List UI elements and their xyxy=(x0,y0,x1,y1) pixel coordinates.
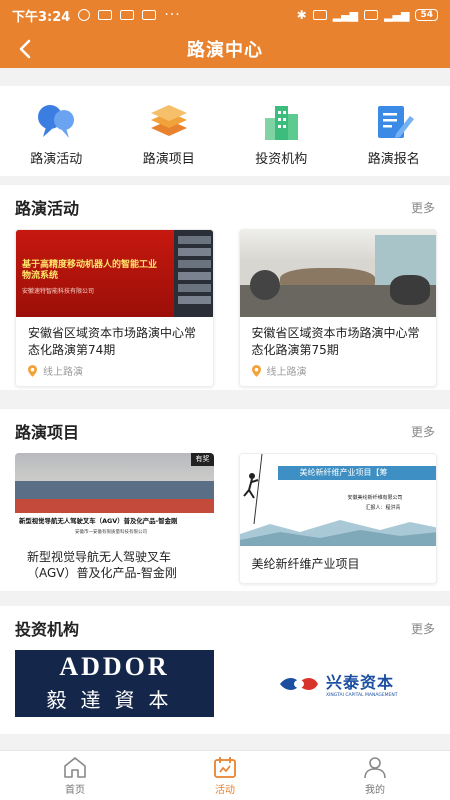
notification-icon xyxy=(98,10,113,20)
activity-thumbnail xyxy=(239,230,437,317)
slide-company: 安徽速特智能科技有限公司 xyxy=(22,288,95,295)
projects-section: 路演项目 更多 有奖 新型视觉导航无人驾驶叉车（AGV）普及化产品-智金刚 安徽… xyxy=(0,409,450,591)
category-bar: 路演活动 路演项目 投资机构 路演报名 xyxy=(0,86,450,176)
alarm-icon xyxy=(78,9,91,21)
category-label: 投资机构 xyxy=(255,152,308,167)
activity-location: 线上路演 xyxy=(266,367,307,378)
investor-logo-en: XINGTAI CAPITAL MANAGEMENT xyxy=(325,693,398,698)
section-title: 路演项目 xyxy=(15,423,80,442)
investor-card[interactable]: 兴泰资本 XINGTAI CAPITAL MANAGEMENT xyxy=(238,650,437,717)
banner-company: 安徽美纶新纤维有限公司 xyxy=(347,495,403,501)
notification-icon xyxy=(120,10,135,20)
bottom-tab-bar: 首页 活动 我的 xyxy=(0,750,450,800)
tab-profile[interactable]: 我的 xyxy=(300,751,450,800)
banner-text: 美纶新纤维产业项目【筹 xyxy=(299,468,388,477)
tab-home[interactable]: 首页 xyxy=(0,751,150,800)
signal-icon: ▂▄▆ xyxy=(384,8,410,22)
investor-logo-en: ADDOR xyxy=(59,652,170,681)
signal-icon: ▂▄▆ xyxy=(332,8,359,22)
tab-label: 首页 xyxy=(65,785,85,796)
notification-icon xyxy=(142,10,157,20)
category-roadshow-project[interactable]: 路演项目 xyxy=(113,86,226,176)
chat-bubbles-icon xyxy=(38,105,75,138)
activity-title: 安徽省区域资本市场路演中心常态化路演第75期 xyxy=(251,326,420,357)
status-time: 下午3:24 xyxy=(12,9,71,25)
project-card[interactable]: 有奖 新型视觉导航无人驾驶叉车（AGV）普及化产品-智金刚 安徽市一安徽有限质量… xyxy=(15,453,214,584)
section-title: 路演活动 xyxy=(15,199,80,218)
project-thumbnail: 有奖 新型视觉导航无人驾驶叉车（AGV）普及化产品-智金刚 安徽市一安徽有限质量… xyxy=(15,453,214,545)
stack-icon xyxy=(150,105,187,136)
xingtai-logo-icon xyxy=(279,677,318,690)
investor-logo-cn: 兴泰资本 xyxy=(325,673,394,692)
activity-card[interactable]: 基于高精度移动机器人的智能工业物流系统 安徽速特智能科技有限公司 安徽省区域资本… xyxy=(15,229,214,387)
home-icon xyxy=(64,757,86,778)
category-label: 路演报名 xyxy=(367,152,420,167)
slide-title: 基于高精度移动机器人的智能工业物流系统 xyxy=(22,260,158,281)
banner-reporter: 汇报人：程洪青 xyxy=(365,505,401,511)
more-link[interactable]: 更多 xyxy=(411,423,435,440)
project-title: 美纶新纤维产业项目 xyxy=(251,557,360,571)
bluetooth-icon: ✱ xyxy=(296,8,307,22)
section-title: 投资机构 xyxy=(15,620,80,639)
activity-card[interactable]: 安徽省区域资本市场路演中心常态化路演第75期 线上路演 xyxy=(238,229,437,387)
project-thumbnail: 美纶新纤维产业项目【筹 安徽美纶新纤维有限公司 汇报人：程洪青 xyxy=(239,454,437,546)
banner-sub: 安徽市一安徽有限质量科技有限公司 xyxy=(75,530,147,535)
app-header: 路演中心 xyxy=(0,30,450,68)
tab-label: 活动 xyxy=(215,785,235,796)
activity-location: 线上路演 xyxy=(43,367,83,378)
project-badge: 有奖 xyxy=(191,453,214,466)
activities-section: 路演活动 更多 基于高精度移动机器人的智能工业物流系统 安徽速特智能科技有限公司… xyxy=(0,185,450,390)
hd-icon xyxy=(364,10,379,20)
tab-label: 我的 xyxy=(365,785,385,796)
more-dots-icon: ··· xyxy=(164,7,181,23)
back-button[interactable] xyxy=(10,34,40,64)
project-card[interactable]: 美纶新纤维产业项目【筹 安徽美纶新纤维有限公司 汇报人：程洪青 美纶新纤维产业项… xyxy=(238,453,437,584)
mountain-illustration xyxy=(239,520,437,546)
more-link[interactable]: 更多 xyxy=(411,199,435,216)
category-investors[interactable]: 投资机构 xyxy=(225,86,338,176)
project-title: 新型视觉导航无人驾驶叉车（AGV）普及化产品-智金刚 xyxy=(27,550,177,580)
calendar-icon xyxy=(214,757,236,778)
investor-card[interactable]: ADDOR 毅達資本 xyxy=(15,650,214,717)
investors-section: 投资机构 更多 ADDOR 毅達資本 兴泰资本 XINGTAI CAPITAL … xyxy=(0,606,450,734)
category-label: 路演活动 xyxy=(30,152,83,167)
hd-icon xyxy=(312,10,327,20)
status-bar: 下午3:24 ··· ✱ ▂▄▆ ▂▄▆ 54 xyxy=(0,0,450,30)
banner-text: 新型视觉导航无人驾驶叉车（AGV）普及化产品-智金刚 xyxy=(19,517,178,525)
category-roadshow-activity[interactable]: 路演活动 xyxy=(0,86,113,176)
category-roadshow-signup[interactable]: 路演报名 xyxy=(338,86,450,176)
more-link[interactable]: 更多 xyxy=(411,620,435,637)
investor-logo-cn: 毅達資本 xyxy=(46,690,183,712)
form-pen-icon xyxy=(377,106,414,138)
activity-title: 安徽省区域资本市场路演中心常态化路演第74期 xyxy=(28,326,197,357)
battery-icon: 54 xyxy=(415,9,438,21)
buildings-icon xyxy=(265,106,299,140)
location-pin-icon xyxy=(28,364,37,377)
page-title: 路演中心 xyxy=(187,40,263,61)
activity-thumbnail: 基于高精度移动机器人的智能工业物流系统 安徽速特智能科技有限公司 xyxy=(16,230,213,317)
category-label: 路演项目 xyxy=(142,152,195,167)
tab-activity[interactable]: 活动 xyxy=(150,751,300,800)
user-icon xyxy=(364,757,386,779)
chevron-left-icon xyxy=(19,39,31,59)
location-pin-icon xyxy=(251,364,261,377)
